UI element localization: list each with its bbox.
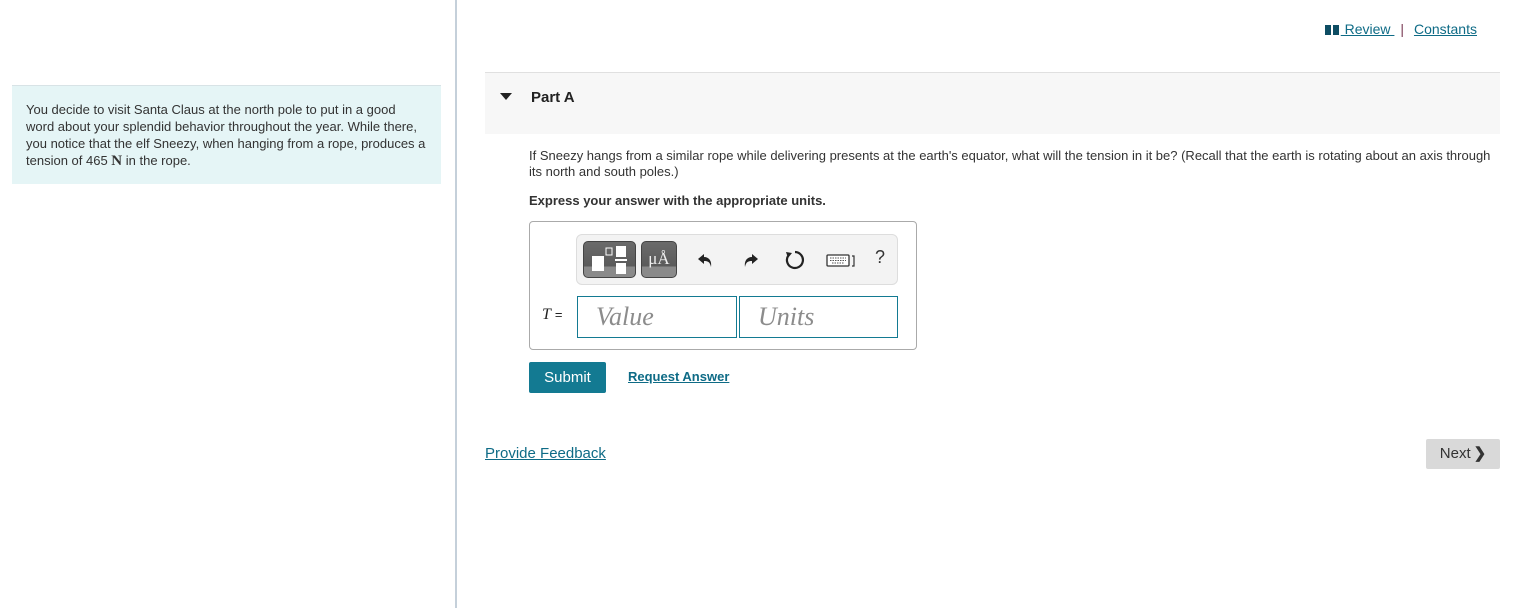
caret-down-icon[interactable] [500,93,512,100]
book-icon [1324,22,1339,38]
review-link[interactable]: Review [1324,21,1395,38]
pane-divider[interactable] [455,0,457,608]
problem-intro: You decide to visit Santa Claus at the n… [12,85,441,184]
units-input[interactable] [739,296,898,338]
provide-feedback-link[interactable]: Provide Feedback [485,445,606,462]
templates-button[interactable] [583,241,636,278]
equals-sign: = [554,307,563,322]
left-pane: You decide to visit Santa Claus at the n… [0,0,455,608]
link-separator: | [1400,21,1405,37]
undo-icon[interactable] [695,248,719,272]
intro-text: You decide to visit Santa Claus at the n… [26,102,426,168]
intro-text-end: in the rope. [122,153,191,168]
question-text: If Sneezy hangs from a similar rope whil… [529,148,1491,179]
variable-symbol: T [542,306,551,323]
chevron-right-icon: ❯ [1473,445,1487,462]
part-a-header[interactable]: Part A [485,72,1500,134]
request-answer-link[interactable]: Request Answer [628,369,729,384]
redo-icon[interactable] [737,248,761,272]
answer-box: μÅ ? T = [529,221,917,350]
value-input[interactable] [577,296,737,338]
next-label: Next [1439,445,1471,462]
units-button[interactable]: μÅ [641,241,677,278]
top-links: Review | Constants [1324,21,1477,38]
intro-unit: N [111,153,123,169]
help-button[interactable]: ? [875,247,885,268]
review-label: Review [1340,21,1391,37]
next-button[interactable]: Next ❯ [1426,439,1500,469]
answer-variable: T = [542,306,563,324]
submit-button[interactable]: Submit [529,362,606,393]
constants-link[interactable]: Constants [1414,21,1477,37]
templates-icon [592,246,627,274]
answer-instruction: Express your answer with the appropriate… [529,193,826,208]
math-toolbar: μÅ ? [576,234,898,285]
reset-icon[interactable] [783,248,807,272]
part-title: Part A [531,89,575,106]
keyboard-icon[interactable] [825,248,857,272]
